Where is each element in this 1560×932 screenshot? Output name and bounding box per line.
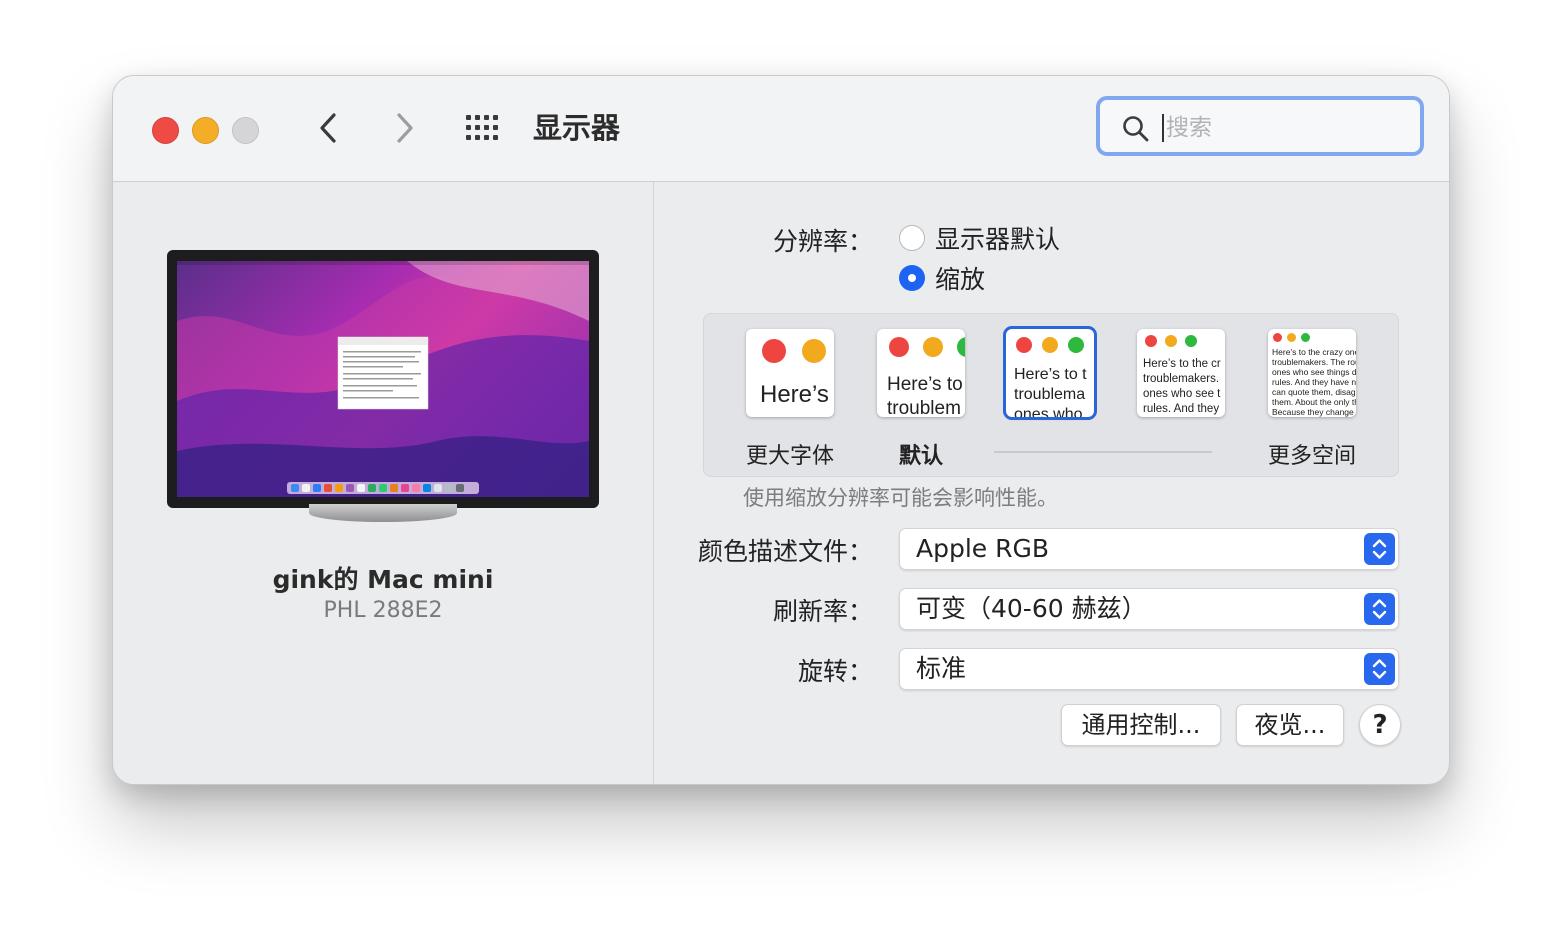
red-dot-icon [1145,335,1157,347]
scaling-divider-line [994,451,1212,453]
night-shift-button[interactable]: 夜览... [1236,704,1344,746]
green-dot-icon [1068,337,1084,353]
magnifier-icon [1123,116,1149,142]
scaling-label-more-space: 更多空间 [1267,444,1356,469]
yellow-dot-icon [802,339,826,363]
minimize-button[interactable] [192,117,219,144]
red-dot-icon [1016,337,1032,353]
up-down-chevron-icon [1364,653,1395,685]
thumbnail-text: Here’s to troublem [887,374,963,417]
monitor-stand [309,504,457,522]
red-dot-icon [1273,333,1282,342]
red-dot-icon [889,337,909,357]
scaling-option-default[interactable]: Here’s to troublem [877,329,965,417]
refresh-rate-popup[interactable]: 可变（40-60 赫兹） [899,588,1399,630]
green-dot-icon [1301,333,1310,342]
back-button[interactable] [311,108,347,148]
chevron-right-icon [397,113,413,143]
color-profile-popup[interactable]: Apple RGB [899,528,1399,570]
window-title: 显示器 [533,111,621,145]
resolution-label: 分辨率： [772,227,873,256]
search-placeholder: 搜索 [1166,115,1212,141]
scaling-option-3[interactable]: Here’s to t troublema ones who [1003,326,1097,420]
radio-display-default-label[interactable]: 显示器默认 [935,220,1060,256]
close-button[interactable] [152,117,179,144]
universal-control-button[interactable]: 通用控制... [1061,704,1221,746]
thumbnail-text: Here’s [760,381,829,408]
scaling-option-more-space[interactable]: Here’s to the crazy one troublemakers. T… [1268,329,1356,417]
yellow-dot-icon [1165,335,1177,347]
green-dot-icon [1185,335,1197,347]
scaling-label-default: 默认 [898,444,943,469]
color-profile-label: 颜色描述文件： [697,537,873,566]
performance-note: 使用缩放分辨率可能会影响性能。 [743,486,1058,510]
up-down-chevron-icon [1364,593,1395,625]
monitor-screen [177,261,589,497]
zoom-button [232,117,259,144]
system-preferences-window: 显示器 搜索 gink的 Mac mini PHL 288E2 分辨率： 显示器… [112,75,1450,785]
wallpaper-graphic [177,261,589,497]
display-preview-pane: gink的 Mac mini PHL 288E2 [113,182,654,784]
red-dot-icon [762,339,786,363]
color-profile-value: Apple RGB [916,534,1050,563]
thumbnail-text: Here’s to the cr troublemakers. ones who… [1143,358,1221,415]
radio-scaled[interactable] [899,265,925,291]
device-name: gink的 Mac mini [272,565,494,594]
refresh-rate-label: 刷新率： [772,597,873,626]
yellow-dot-icon [1042,337,1058,353]
monitor-image [167,250,599,522]
radio-display-default[interactable] [899,225,925,251]
text-caret [1162,114,1164,142]
green-dot-icon [957,337,965,357]
scaling-option-4[interactable]: Here’s to the cr troublemakers. ones who… [1137,329,1225,417]
rotation-popup[interactable]: 标准 [899,648,1399,690]
show-all-button[interactable] [465,114,505,142]
yellow-dot-icon [923,337,943,357]
chevron-left-icon [320,113,336,143]
yellow-dot-icon [1287,333,1296,342]
rotation-value: 标准 [916,654,967,683]
refresh-rate-value: 可变（40-60 赫兹） [916,594,1147,623]
scaling-option-larger-text[interactable]: Here’s [746,329,834,417]
thumbnail-text: Here’s to the crazy one troublemakers. T… [1272,347,1356,417]
rotation-label: 旋转： [797,657,873,686]
toolbar: 显示器 搜索 [113,76,1449,182]
device-model: PHL 288E2 [323,598,443,623]
scaling-options-panel: Here’s Here’s to troublem Here’s to t tr… [703,313,1399,477]
thumbnail-text: Here’s to t troublema ones who [1014,366,1087,417]
scaling-label-larger-text: 更大字体 [745,444,834,469]
up-down-chevron-icon [1364,533,1395,565]
forward-button[interactable] [386,108,422,148]
grid-icon [466,115,498,140]
search-field[interactable]: 搜索 [1096,96,1424,156]
radio-scaled-label[interactable]: 缩放 [935,260,985,296]
help-button[interactable]: ? [1359,704,1401,746]
